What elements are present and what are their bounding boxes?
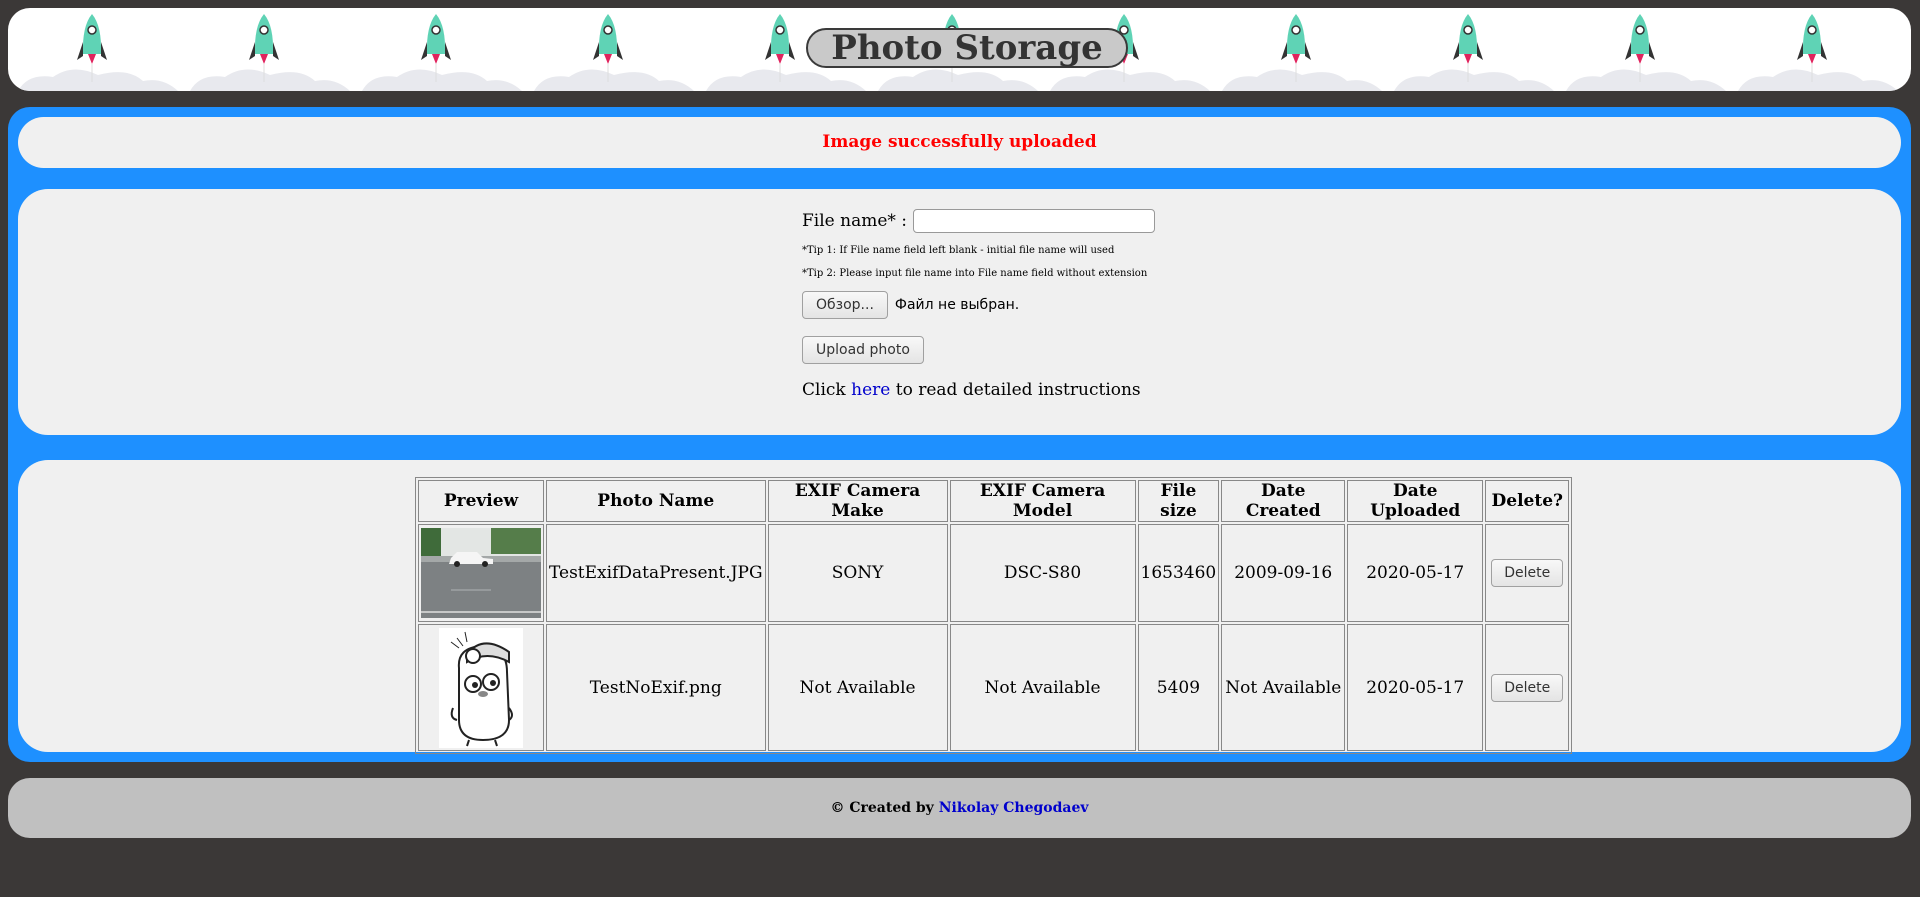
main-frame: Image successfully uploaded File name* :… <box>8 107 1911 762</box>
page-header: Photo Storage <box>8 8 1911 91</box>
car-photo-thumbnail[interactable] <box>421 528 541 618</box>
tip-2: *Tip 2: Please input file name into File… <box>802 268 1148 279</box>
rocket-icon <box>1453 14 1483 82</box>
tip-1: *Tip 1: If File name field left blank - … <box>802 245 1115 256</box>
header-file-size: File size <box>1137 480 1220 522</box>
header-date-created: Date Created <box>1221 480 1346 522</box>
table-header-row: Preview Photo Name EXIF Camera Make EXIF… <box>418 480 1570 522</box>
page-title: Photo Storage <box>806 28 1128 68</box>
preview-cell <box>418 524 544 622</box>
delete-button[interactable]: Delete <box>1491 559 1564 587</box>
photos-table-panel: Preview Photo Name EXIF Camera Make EXIF… <box>18 460 1901 754</box>
author-link[interactable]: Nikolay Chegodaev <box>939 800 1089 816</box>
rocket-icon <box>421 14 451 82</box>
rocket-icon <box>593 14 623 82</box>
file-picker-row: Обзор... Файл не выбран. <box>802 291 1302 319</box>
file-name-label: File name* : <box>802 211 908 231</box>
header-camera-model: EXIF Camera Model <box>949 480 1136 522</box>
camera-model-cell: Not Available <box>949 624 1136 751</box>
rocket-icon <box>1281 14 1311 82</box>
instructions-suffix: to read detailed instructions <box>895 380 1141 400</box>
rocket-icon <box>249 14 279 82</box>
rocket-icon <box>765 14 795 82</box>
date-created-cell: Not Available <box>1221 624 1346 751</box>
upload-form-panel: File name* : *Tip 1: If File name field … <box>18 189 1901 435</box>
photo-name-cell: TestExifDataPresent.JPG <box>546 524 766 622</box>
file-size-cell: 5409 <box>1137 624 1220 751</box>
rocket-icon <box>1797 14 1827 82</box>
date-uploaded-cell: 2020-05-17 <box>1347 524 1484 622</box>
file-status: Файл не выбран. <box>894 297 1020 313</box>
footer-prefix: © Created by <box>830 800 934 816</box>
header-camera-make: EXIF Camera Make <box>767 480 948 522</box>
delete-cell: Delete <box>1485 524 1570 622</box>
upload-form: File name* : *Tip 1: If File name field … <box>802 206 1302 400</box>
header-date-uploaded: Date Uploaded <box>1347 480 1484 522</box>
file-name-row: File name* : <box>802 206 1302 236</box>
file-size-cell: 1653460 <box>1137 524 1220 622</box>
browse-button[interactable]: Обзор... <box>802 291 888 319</box>
camera-model-cell: DSC-S80 <box>949 524 1136 622</box>
camera-make-cell: Not Available <box>767 624 948 751</box>
upload-row: Upload photo <box>802 336 1302 364</box>
camera-make-cell: SONY <box>767 524 948 622</box>
rocket-icon <box>1625 14 1655 82</box>
preview-cell <box>418 624 544 751</box>
page-footer: © Created by Nikolay Chegodaev <box>8 778 1911 838</box>
rocket-icon <box>77 14 107 82</box>
instructions-link[interactable]: here <box>851 380 890 400</box>
instructions-prefix: Click <box>802 380 846 400</box>
gopher-photo-thumbnail[interactable] <box>439 627 523 748</box>
delete-cell: Delete <box>1485 624 1570 751</box>
date-created-cell: 2009-09-16 <box>1221 524 1346 622</box>
header-delete: Delete? <box>1485 480 1570 522</box>
file-name-input[interactable] <box>913 209 1156 233</box>
header-preview: Preview <box>418 480 544 522</box>
upload-photo-button[interactable]: Upload photo <box>802 336 924 364</box>
photo-name-cell: TestNoExif.png <box>546 624 766 751</box>
table-row: TestExifDataPresent.JPG SONY DSC-S80 165… <box>418 524 1570 622</box>
delete-button[interactable]: Delete <box>1491 673 1564 702</box>
table-row: TestNoExif.png Not Available Not Availab… <box>418 624 1570 751</box>
header-photo-name: Photo Name <box>546 480 766 522</box>
photos-table: Preview Photo Name EXIF Camera Make EXIF… <box>415 477 1573 754</box>
instructions-text: Click here to read detailed instructions <box>802 380 1302 400</box>
date-uploaded-cell: 2020-05-17 <box>1347 624 1484 751</box>
status-message: Image successfully uploaded <box>822 132 1097 152</box>
message-panel: Image successfully uploaded <box>18 117 1901 168</box>
